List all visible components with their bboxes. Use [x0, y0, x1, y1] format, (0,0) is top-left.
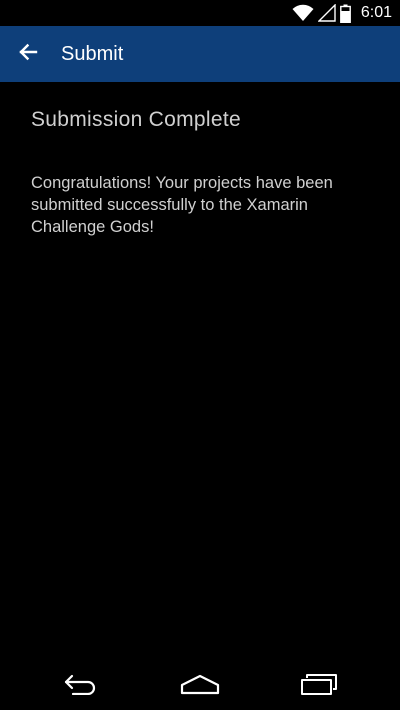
app-bar: Submit [0, 26, 400, 82]
wifi-icon [292, 4, 314, 22]
system-nav-bar [0, 662, 400, 710]
status-bar: 6:01 [0, 0, 400, 26]
home-icon [180, 673, 220, 700]
nav-back-button[interactable] [41, 662, 121, 710]
arrow-left-icon [18, 43, 38, 66]
status-icons: 6:01 [292, 0, 392, 26]
signal-icon [317, 4, 336, 22]
app-bar-title: Submit [61, 42, 124, 65]
page-title: Submission Complete [31, 108, 241, 131]
back-icon [63, 673, 99, 700]
nav-recents-button[interactable] [279, 662, 359, 710]
status-time: 6:01 [360, 4, 392, 21]
main-content: Submission Complete Congratulations! You… [31, 82, 381, 238]
recents-icon [300, 673, 338, 700]
back-button[interactable] [0, 26, 56, 82]
completion-message: Congratulations! Your projects have been… [31, 174, 333, 236]
battery-icon [339, 4, 351, 23]
nav-home-button[interactable] [160, 662, 240, 710]
